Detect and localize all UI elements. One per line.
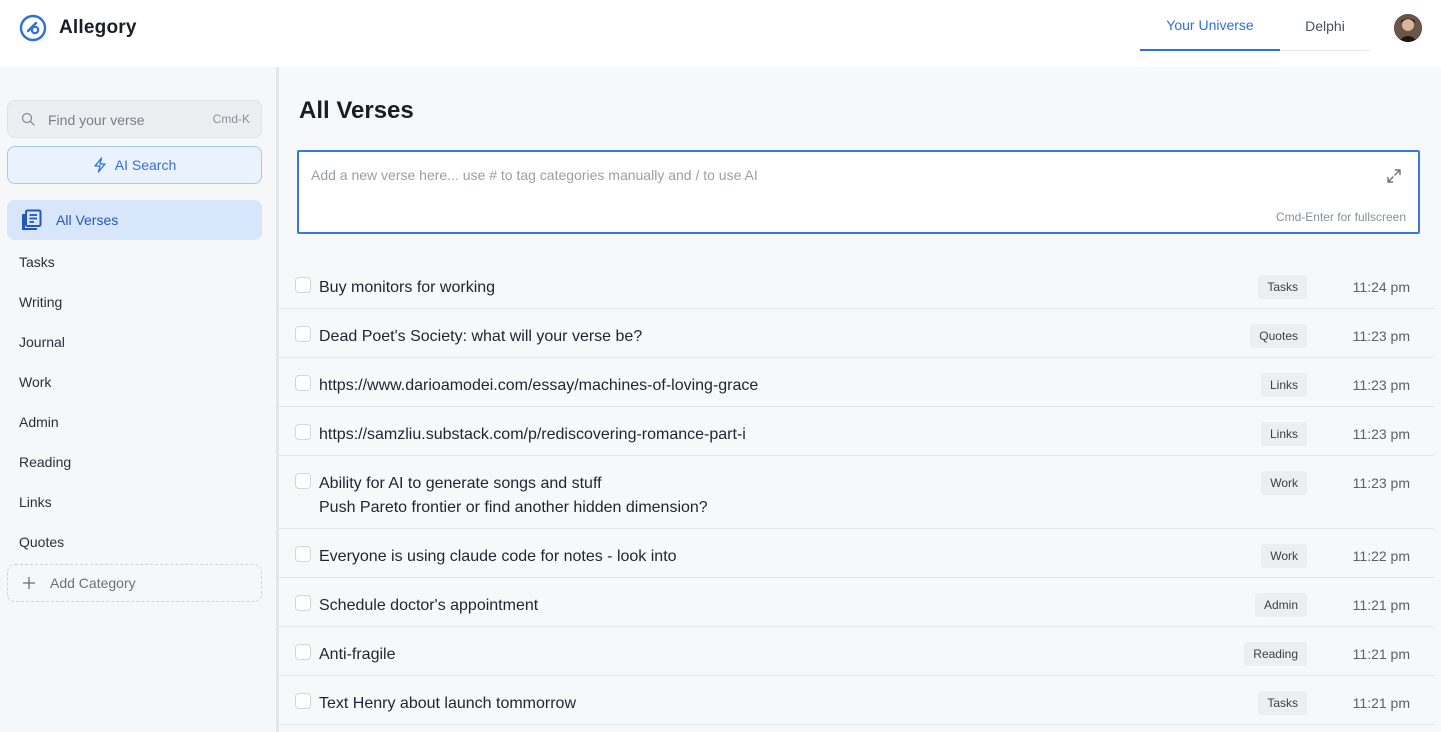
- verse-list: Buy monitors for working Tasks 11:24 pm …: [279, 260, 1434, 725]
- verse-row[interactable]: Ability for AI to generate songs and stu…: [279, 456, 1434, 529]
- lightning-bolt-icon: [94, 157, 106, 173]
- verse-checkbox[interactable]: [295, 375, 311, 391]
- sidebar-item-reading[interactable]: Reading: [19, 452, 249, 472]
- sidebar-item-all-verses[interactable]: All Verses: [7, 200, 262, 240]
- verse-row[interactable]: Text Henry about launch tommorrow Tasks …: [279, 676, 1434, 725]
- verse-text: Text Henry about launch tommorrow: [319, 695, 576, 712]
- verse-checkbox[interactable]: [295, 644, 311, 660]
- verse-line: Push Pareto frontier or find another hid…: [319, 499, 708, 516]
- verse-text: Schedule doctor's appointment: [319, 597, 539, 614]
- sidebar-item-label: All Verses: [56, 212, 119, 228]
- verse-time: 11:23 pm: [1352, 426, 1410, 442]
- search-icon: [21, 112, 35, 126]
- search-input[interactable]: [48, 109, 198, 131]
- app-name: Allegory: [59, 17, 137, 38]
- verse-checkbox[interactable]: [295, 326, 311, 342]
- sidebar-item-writing[interactable]: Writing: [19, 292, 249, 312]
- verse-checkbox[interactable]: [295, 277, 311, 293]
- verse-time: 11:23 pm: [1352, 475, 1410, 491]
- verse-time: 11:23 pm: [1352, 328, 1410, 344]
- verse-text: https://samzliu.substack.com/p/rediscove…: [319, 426, 746, 443]
- verse-row[interactable]: https://www.darioamodei.com/essay/machin…: [279, 358, 1434, 407]
- sidebar-item-work[interactable]: Work: [19, 372, 249, 392]
- library-icon: [22, 209, 42, 230]
- top-header: Allegory Your Universe Delphi: [0, 0, 1441, 67]
- category-tag[interactable]: Work: [1261, 471, 1307, 495]
- tab-your-universe[interactable]: Your Universe: [1140, 0, 1280, 51]
- verse-text: Dead Poet's Society: what will your vers…: [319, 328, 643, 345]
- sidebar-item-links[interactable]: Links: [19, 492, 249, 512]
- app-logo[interactable]: Allegory: [19, 14, 137, 42]
- verse-checkbox[interactable]: [295, 693, 311, 709]
- ai-search-label: AI Search: [114, 157, 177, 173]
- verse-text: Anti-fragile: [319, 646, 396, 663]
- search-shortcut: Cmd-K: [212, 112, 250, 126]
- category-tag[interactable]: Admin: [1254, 593, 1307, 617]
- sidebar-item-journal[interactable]: Journal: [19, 332, 249, 352]
- verse-text: Everyone is using claude code for notes …: [319, 548, 677, 565]
- category-tag[interactable]: Work: [1261, 544, 1307, 568]
- top-tabs: Your Universe Delphi: [1140, 0, 1370, 51]
- verse-row[interactable]: Anti-fragile Reading 11:21 pm: [279, 627, 1434, 676]
- verse-time: 11:23 pm: [1352, 377, 1410, 393]
- verse-row[interactable]: Everyone is using claude code for notes …: [279, 529, 1434, 578]
- category-tag[interactable]: Links: [1260, 373, 1307, 397]
- user-avatar[interactable]: [1394, 14, 1422, 42]
- verse-time: 11:22 pm: [1352, 548, 1410, 564]
- verse-checkbox[interactable]: [295, 424, 311, 440]
- verse-checkbox[interactable]: [295, 595, 311, 611]
- expand-icon[interactable]: [1386, 168, 1402, 184]
- verse-line: Ability for AI to generate songs and stu…: [319, 475, 602, 492]
- add-category-button[interactable]: Add Category: [7, 564, 262, 602]
- fullscreen-hint: Cmd-Enter for fullscreen: [1275, 210, 1406, 224]
- verse-checkbox[interactable]: [295, 473, 311, 489]
- category-tag[interactable]: Tasks: [1258, 275, 1307, 299]
- page-title: All Verses: [299, 97, 414, 124]
- search-box[interactable]: Cmd-K: [7, 100, 262, 138]
- verse-text: https://www.darioamodei.com/essay/machin…: [319, 377, 759, 394]
- category-tag[interactable]: Tasks: [1258, 691, 1307, 715]
- verse-checkbox[interactable]: [295, 546, 311, 562]
- verse-row[interactable]: Buy monitors for working Tasks 11:24 pm: [279, 260, 1434, 309]
- verse-time: 11:24 pm: [1352, 279, 1410, 295]
- verse-time: 11:21 pm: [1352, 597, 1410, 613]
- category-tag[interactable]: Links: [1260, 422, 1307, 446]
- plus-icon: [23, 577, 35, 589]
- verse-time: 11:21 pm: [1352, 646, 1410, 662]
- verse-row[interactable]: Dead Poet's Society: what will your vers…: [279, 309, 1434, 358]
- sidebar: Cmd-K AI Search All Verses Tasks Writing…: [0, 67, 276, 732]
- verse-time: 11:21 pm: [1352, 695, 1410, 711]
- verse-text: Ability for AI to generate songs and stu…: [319, 472, 708, 520]
- ai-search-button[interactable]: AI Search: [7, 146, 262, 184]
- allegory-logo-icon: [19, 14, 47, 42]
- verse-row[interactable]: https://samzliu.substack.com/p/rediscove…: [279, 407, 1434, 456]
- sidebar-item-quotes[interactable]: Quotes: [19, 532, 249, 552]
- user-avatar-icon: [1394, 14, 1422, 42]
- tab-delphi[interactable]: Delphi: [1280, 0, 1370, 51]
- sidebar-item-tasks[interactable]: Tasks: [19, 252, 249, 272]
- verse-row[interactable]: Schedule doctor's appointment Admin 11:2…: [279, 578, 1434, 627]
- new-verse-input[interactable]: [311, 164, 1361, 186]
- add-category-label: Add Category: [50, 575, 136, 591]
- verse-composer[interactable]: Cmd-Enter for fullscreen: [297, 150, 1420, 234]
- verse-text: Buy monitors for working: [319, 279, 496, 296]
- category-tag[interactable]: Reading: [1244, 642, 1307, 666]
- main-content: All Verses Cmd-Enter for fullscreen Buy …: [279, 67, 1441, 732]
- category-tag[interactable]: Quotes: [1250, 324, 1307, 348]
- sidebar-item-admin[interactable]: Admin: [19, 412, 249, 432]
